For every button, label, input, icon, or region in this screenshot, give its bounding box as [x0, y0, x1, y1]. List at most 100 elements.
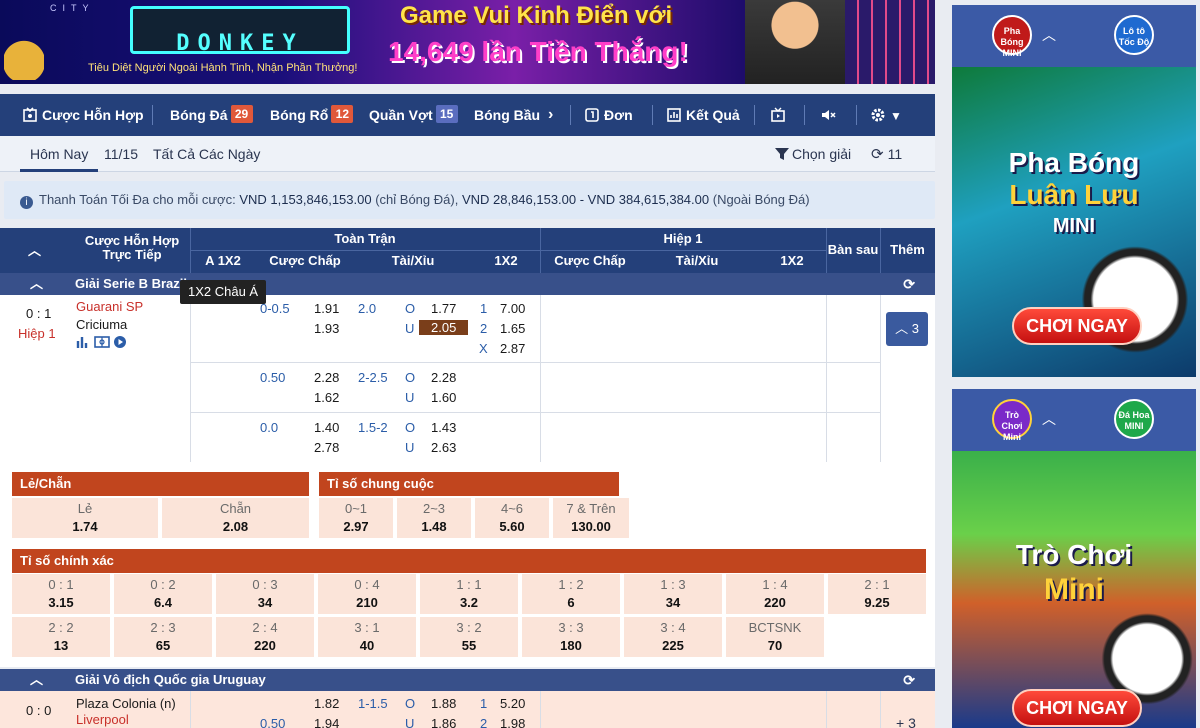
correct-score-cell[interactable]: 0 : 4 210: [318, 574, 416, 614]
refresh-icon[interactable]: ⟳: [903, 669, 915, 691]
play-now-button[interactable]: CHƠI NGAY: [1012, 689, 1142, 727]
correct-score-cell[interactable]: 0 : 3 34: [216, 574, 314, 614]
total-goals-title: Tỉ số chung cuộc: [319, 472, 619, 496]
correct-score-cell[interactable]: 3 : 4 225: [624, 617, 722, 657]
over-odds[interactable]: 1.77: [431, 301, 456, 316]
more-markets-button[interactable]: + 3: [896, 715, 916, 728]
character-graphic: [745, 0, 845, 84]
correct-score-cell[interactable]: 0 : 1 3.15: [12, 574, 110, 614]
home-team[interactable]: Plaza Colonia (n): [76, 696, 176, 711]
even-cell[interactable]: Chẵn 2.08: [162, 498, 309, 538]
collapse-all-icon[interactable]: ︿: [28, 240, 41, 259]
home-win-odds[interactable]: 7.00: [500, 301, 525, 316]
handicap-away-odds[interactable]: 2.78: [314, 440, 339, 455]
away-win-odds[interactable]: 1.98: [500, 716, 525, 728]
chevron-up-icon[interactable]: ︿: [1042, 25, 1056, 45]
refresh-icon[interactable]: ⟳: [903, 273, 915, 295]
mute-button[interactable]: [820, 94, 840, 136]
promo-banner[interactable]: CITY DONKEY Tiêu Diệt Người Ngoài Hành T…: [0, 0, 935, 84]
chevron-up-icon[interactable]: ︿: [1042, 409, 1056, 429]
handicap-home-odds[interactable]: 1.91: [314, 301, 339, 316]
away-team[interactable]: Criciuma: [76, 317, 127, 332]
correct-score-odds: 70: [767, 638, 783, 653]
stats-icon[interactable]: [76, 335, 90, 349]
under-odds[interactable]: 1.86: [431, 716, 456, 728]
home-team[interactable]: Guarani SP: [76, 299, 143, 314]
collapse-icon[interactable]: ︿: [30, 669, 43, 691]
total-goals-cell[interactable]: 0~1 2.97: [319, 498, 393, 538]
draw-odds[interactable]: 2.87: [500, 341, 525, 356]
under-odds[interactable]: 2.63: [431, 440, 456, 455]
correct-score-cell[interactable]: BCTSNK 70: [726, 617, 824, 657]
flower-game-logo[interactable]: Đá Hoa MINI: [1114, 399, 1154, 439]
handicap-home-odds[interactable]: 1.82: [314, 696, 339, 711]
correct-score-cell[interactable]: 1 : 2 6: [522, 574, 620, 614]
more-markets-button[interactable]: ︿ 3: [886, 312, 928, 346]
correct-score-cell[interactable]: 2 : 3 65: [114, 617, 212, 657]
under-odds-highlighted[interactable]: 2.05: [419, 320, 469, 335]
nav-next-arrow[interactable]: ›: [548, 94, 553, 136]
tab-date[interactable]: 11/15: [104, 136, 138, 172]
nav-results[interactable]: Kết Quả: [666, 94, 740, 136]
over-odds[interactable]: 2.28: [431, 370, 456, 385]
under-label: U: [405, 390, 415, 405]
correct-score-cell[interactable]: 1 : 1 3.2: [420, 574, 518, 614]
over-odds[interactable]: 1.88: [431, 696, 456, 711]
more-markets-count: 3: [908, 715, 916, 728]
tab-all-days[interactable]: Tất Cả Các Ngày: [153, 136, 260, 172]
live-tv-button[interactable]: [770, 94, 790, 136]
correct-score-cell[interactable]: 1 : 3 34: [624, 574, 722, 614]
refresh-button[interactable]: ⟳ 11: [871, 136, 902, 172]
nav-mixed-parlay[interactable]: Cược Hỗn Hợp: [22, 94, 144, 136]
nav-soccer[interactable]: Bóng Đá 29: [170, 94, 253, 136]
sidebar-ad-penalty[interactable]: Pha Bóng MINI ︿ Lô tô Tốc Độ Pha Bóng Lu…: [952, 5, 1196, 377]
over-under-line: 2.0: [358, 301, 377, 316]
away-team[interactable]: Liverpool: [76, 712, 129, 727]
settings-button[interactable]: ▼: [870, 94, 902, 136]
results-icon: [667, 108, 681, 122]
correct-score-label: 2 : 2: [48, 620, 74, 635]
under-label: U: [405, 440, 415, 455]
play-icon[interactable]: [113, 335, 127, 349]
odd-cell[interactable]: Lẻ 1.74: [12, 498, 158, 538]
col-1x2-h1: 1X2: [780, 253, 804, 268]
sidebar-ad-minigame[interactable]: Trò Chơi Mini ︿ Đá Hoa MINI Trò Chơi Min…: [952, 389, 1196, 728]
home-win-odds[interactable]: 5.20: [500, 696, 525, 711]
tab-today[interactable]: Hôm Nay: [20, 136, 99, 172]
league-header[interactable]: ︿ Giải Serie B Brazil ⟳: [0, 273, 935, 295]
total-goals-cell[interactable]: 7 & Trên 130.00: [553, 498, 629, 538]
over-label: O: [405, 301, 416, 316]
handicap-away-odds[interactable]: 1.93: [314, 321, 339, 336]
handicap-away-odds[interactable]: 1.62: [314, 390, 339, 405]
handicap-home-odds[interactable]: 1.40: [314, 420, 339, 435]
correct-score-cell[interactable]: 3 : 1 40: [318, 617, 416, 657]
mini-game-logo[interactable]: Trò Chơi Mini: [992, 399, 1032, 442]
nav-baseball[interactable]: Bóng Bầu D: [474, 94, 542, 136]
correct-score-cell[interactable]: 3 : 2 55: [420, 617, 518, 657]
lotto-game-logo[interactable]: Lô tô Tốc Độ: [1114, 15, 1154, 55]
over-odds[interactable]: 1.43: [431, 420, 456, 435]
nav-single[interactable]: Đơn: [584, 94, 633, 136]
total-goals-label: 4~6: [500, 501, 524, 516]
nav-tennis[interactable]: Quần Vợt 15: [369, 94, 458, 136]
total-goals-cell[interactable]: 4~6 5.60: [475, 498, 549, 538]
field-icon[interactable]: [93, 335, 110, 349]
correct-score-cell[interactable]: 2 : 2 13: [12, 617, 110, 657]
collapse-icon[interactable]: ︿: [30, 273, 43, 295]
league-filter-button[interactable]: Chọn giải: [774, 136, 851, 172]
correct-score-cell[interactable]: 2 : 4 220: [216, 617, 314, 657]
correct-score-cell[interactable]: 3 : 3 180: [522, 617, 620, 657]
correct-score-cell[interactable]: 2 : 1 9.25: [828, 574, 926, 614]
nav-basketball[interactable]: Bóng Rổ 12: [270, 94, 354, 136]
correct-score-cell[interactable]: 0 : 2 6.4: [114, 574, 212, 614]
pineapple-graphic: [4, 20, 44, 80]
handicap-away-odds[interactable]: 1.94: [314, 716, 339, 728]
penalty-game-logo[interactable]: Pha Bóng MINI: [992, 15, 1032, 58]
play-now-button[interactable]: CHƠI NGAY: [1012, 307, 1142, 345]
away-win-odds[interactable]: 1.65: [500, 321, 525, 336]
total-goals-cell[interactable]: 2~3 1.48: [397, 498, 471, 538]
correct-score-cell[interactable]: 1 : 4 220: [726, 574, 824, 614]
league-header[interactable]: ︿ Giải Vô địch Quốc gia Uruguay ⟳: [0, 669, 935, 691]
under-odds[interactable]: 1.60: [431, 390, 456, 405]
handicap-home-odds[interactable]: 2.28: [314, 370, 339, 385]
